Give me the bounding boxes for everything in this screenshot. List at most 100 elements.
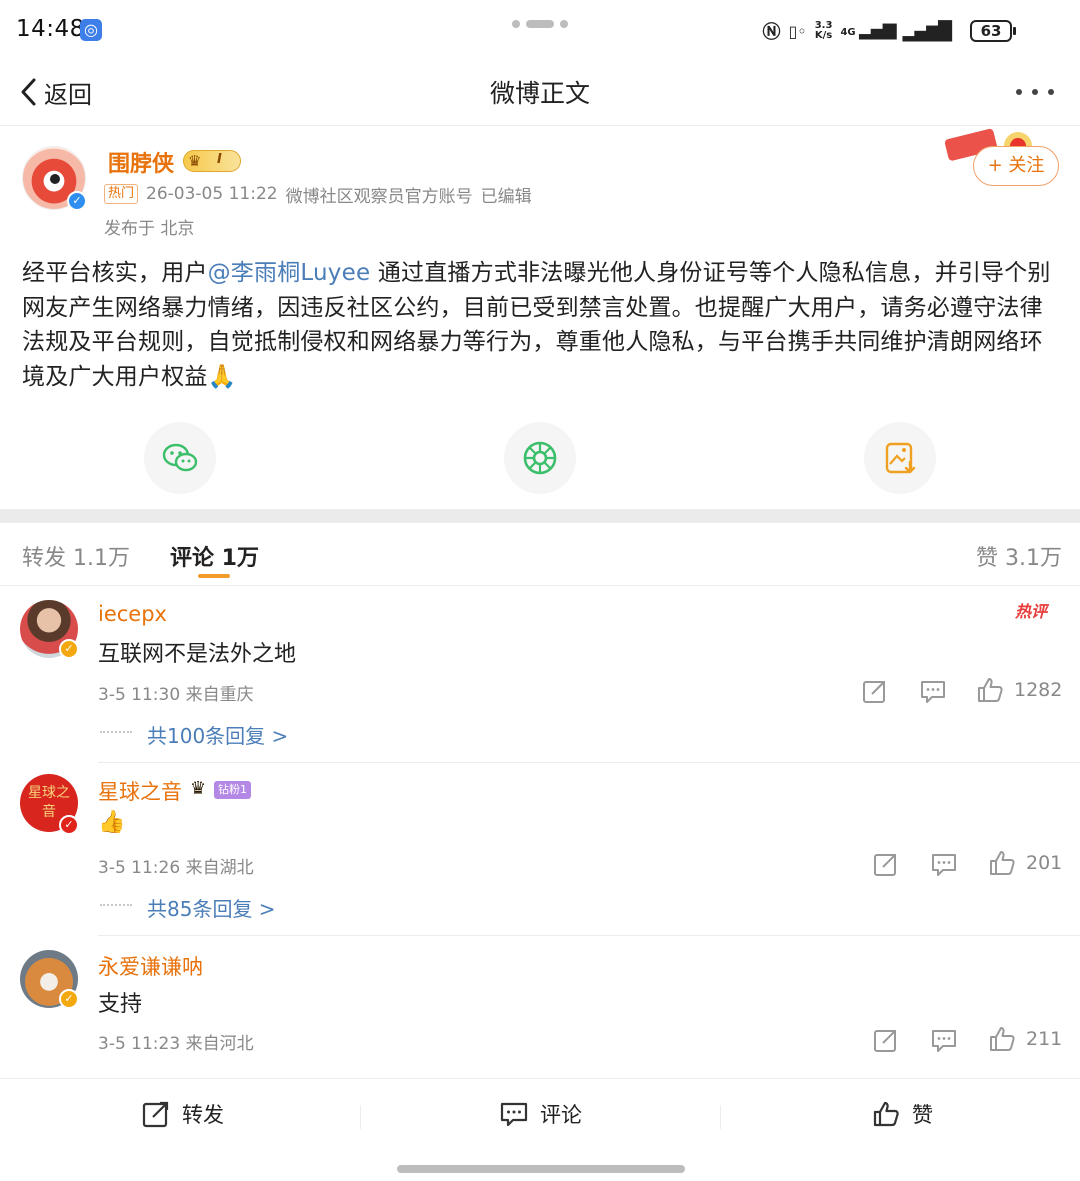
network-type-label: 4G [840,26,856,38]
comment-icon [921,681,945,703]
more-dot-icon [1048,89,1054,95]
comment-share-button[interactable] [862,678,888,708]
comment-meta: 3-5 11:26 来自湖北 [98,858,254,878]
signal-icon-2: ▂▄▆█ [902,20,952,42]
thumbs-up-icon [978,678,1003,702]
comment-like-button[interactable]: 1282 [976,676,1062,704]
share-icon [874,1030,896,1052]
comment-icon [932,854,956,876]
hot-comment-badge: 热评 [1015,602,1048,621]
home-indicator[interactable] [397,1165,685,1173]
comment-reply-button[interactable] [920,678,946,708]
nav-bar: 返回 微博正文 [0,62,1080,126]
network-type: 4G ▂▄▆ [840,20,896,38]
status-bar: 14:48 ◎ Ⓝ ▯◦ 3.3 K/s 4G ▂▄▆ ▂▄▆█ 63 [0,0,1080,62]
like-label: 赞 [912,1103,933,1127]
verified-blue-icon: ✓ [67,191,87,211]
post-text: 经平台核实，用户@李雨桐Luyee 通过直播方式非法曝光他人身份证号等个人隐私信… [22,256,1062,394]
user-mention-link[interactable]: @李雨桐Luyee [208,260,371,286]
view-replies-link[interactable]: 共100条回复 > [147,720,288,749]
tab-repost[interactable]: 转发 1.1万 [22,540,130,572]
author-name[interactable]: 围脖侠 [108,146,174,178]
repost-button[interactable]: 转发 [142,1099,224,1129]
repost-icon [142,1101,169,1128]
comment-divider [98,935,1080,936]
verified-red-icon: ✓ [59,815,79,835]
post-location: 发布于 北京 [104,219,195,239]
comment-icon [932,1030,956,1052]
crown-icon: ♛ [188,152,202,170]
fan-badge: ♛ 钻粉1 [190,778,252,800]
hot-tag: 热门 [104,184,139,204]
post-text-start: 经平台核实，用户 [22,260,208,286]
like-count: 1282 [1014,679,1063,701]
crown-icon: ♛ [190,778,207,799]
comment-button[interactable]: 评论 [500,1099,582,1129]
globe-icon: ◎ [80,19,102,41]
section-divider [0,509,1080,523]
comment-text: 互联网不是法外之地 [98,642,297,667]
tab-like[interactable]: 赞 3.1万 [976,540,1062,572]
page-title: 微博正文 [489,79,590,108]
share-icon [863,681,885,703]
vip-badge[interactable]: ♛ I [183,150,241,172]
window-handle-icon [512,20,570,28]
repost-label: 转发 [182,1103,224,1127]
like-count: 201 [1026,852,1063,874]
thumbs-up-icon [990,851,1015,875]
verified-gold-icon: ✓ [59,639,79,659]
like-count: 211 [1026,1028,1063,1050]
more-dot-icon [1016,89,1022,95]
view-replies-link[interactable]: 共85条回复 > [147,893,276,922]
more-options-button[interactable] [1016,76,1054,106]
comment-share-button[interactable] [873,1027,899,1057]
comment-meta: 3-5 11:30 来自重庆 [98,685,254,705]
battery-level: 63 [980,22,1002,40]
active-tab-indicator [198,574,230,578]
comment-icon [500,1102,528,1127]
comment-author[interactable]: 星球之音 [98,776,182,806]
bottom-separator [720,1105,721,1129]
comment-author[interactable]: iecepx [98,602,167,626]
battery-icon: 63 [970,20,1016,42]
share-wechat-button[interactable] [144,422,216,494]
comment-reply-button[interactable] [931,1027,957,1057]
comment-share-button[interactable] [873,851,899,881]
save-image-button[interactable] [864,422,936,494]
comment-text: 👍 [98,810,126,835]
moments-icon [523,441,557,475]
tabs-divider [0,585,1080,586]
comment-meta: 3-5 11:23 来自河北 [98,1034,254,1054]
bottom-action-bar: 转发 评论 赞 [0,1078,1080,1181]
comment-like-button[interactable]: 211 [988,1025,1062,1053]
nfc-icon: Ⓝ [762,22,781,43]
comment-like-button[interactable]: 201 [988,849,1062,877]
replies-dots [100,904,132,906]
wechat-icon [162,443,198,472]
follow-button[interactable]: + 关注 [973,146,1059,186]
share-moments-button[interactable] [504,422,576,494]
avatar-eye-graphic [47,171,63,187]
comment-label: 评论 [540,1103,582,1127]
more-dot-icon [1032,89,1038,95]
comment-author[interactable]: 永爱谦谦呐 [98,951,203,981]
signal-icon: ▂▄▆ [859,18,897,40]
thumbs-up-icon [873,1101,899,1127]
bottom-separator [360,1105,361,1129]
comment-reply-button[interactable] [931,851,957,881]
comment-divider [98,762,1080,763]
post-meta: 热门 26-03-05 11:22 微博社区观察员官方账号 已编辑 [104,182,532,207]
author-avatar[interactable]: ✓ [22,146,87,211]
status-time: 14:48 [16,16,85,42]
vip-level: I [217,152,222,167]
post-source: 微博社区观察员官方账号 [285,186,473,207]
like-button[interactable]: 赞 [872,1099,933,1129]
edited-label: 已编辑 [480,186,532,207]
share-icon [874,854,896,876]
fan-badge-label: 钻粉1 [214,781,251,799]
post-timestamp: 26-03-05 11:22 [146,184,278,204]
comment-text: 支持 [98,992,143,1017]
tab-comment[interactable]: 评论 1万 [170,540,259,572]
network-speed: 3.3 K/s [815,21,833,41]
vibrate-icon: ▯◦ [788,21,807,41]
